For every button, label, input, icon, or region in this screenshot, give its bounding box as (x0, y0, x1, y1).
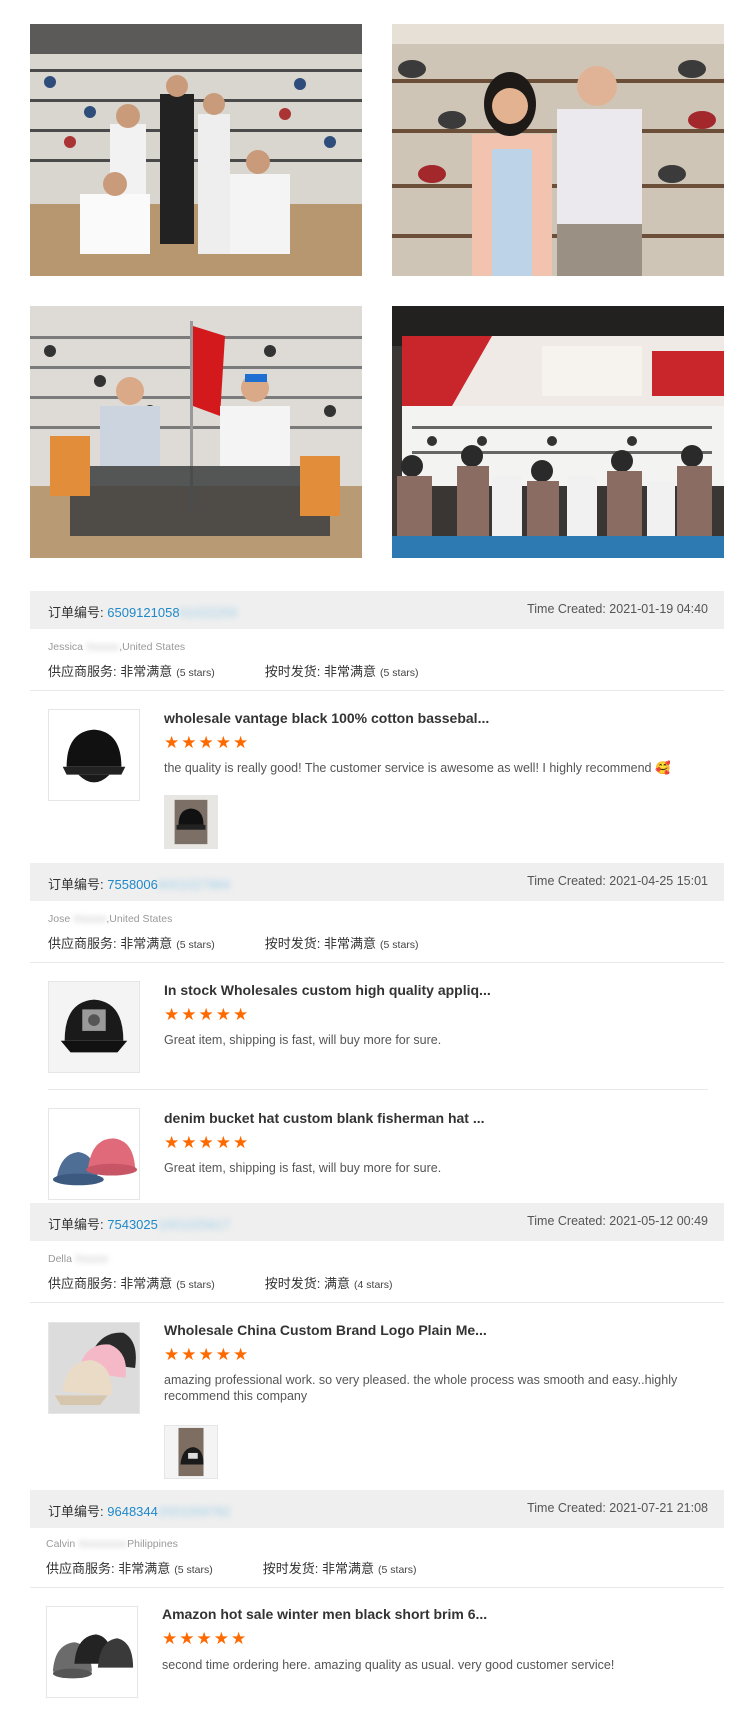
time-created: Time Created: 2021-01-19 04:40 (527, 602, 708, 616)
product-title[interactable]: denim bucket hat custom blank fisherman … (164, 1110, 485, 1126)
rating-row: 供应商服务: 非常满意 (5 stars) 按时发货: 非常满意 (5 stars) (48, 936, 419, 951)
rating-row: 供应商服务: 非常满意 (5 stars) 按时发货: 满意 (4 stars) (48, 1276, 393, 1291)
star-rating: ★★★★★ (164, 1345, 251, 1364)
review-text: amazing professional work. so very pleas… (164, 1373, 678, 1403)
divider (30, 690, 724, 691)
product-thumbnail[interactable] (48, 1322, 140, 1414)
product-title[interactable]: wholesale vantage black 100% cotton bass… (164, 710, 489, 726)
buyer-info: Calvin XxxxxxxxxPhilippines (46, 1538, 178, 1550)
review-photo[interactable] (164, 795, 218, 849)
review-photo[interactable] (164, 1425, 218, 1479)
time-created: Time Created: 2021-04-25 15:01 (527, 874, 708, 888)
divider (30, 1587, 724, 1588)
review-text: second time ordering here. amazing quali… (162, 1658, 615, 1672)
order-number[interactable]: 订单编号: 650912105801022255 (48, 602, 237, 621)
photo-visitors-showroom (392, 24, 724, 276)
photo-signing-meeting (30, 306, 362, 558)
divider (30, 962, 724, 963)
review-text: Great item, shipping is fast, will buy m… (164, 1033, 442, 1047)
buyer-info: Della Xxxxxx (48, 1253, 109, 1265)
divider (30, 1302, 724, 1303)
order-number[interactable]: 订单编号: 75580066001027984 (48, 874, 230, 893)
product-thumbnail[interactable] (48, 1108, 140, 1200)
star-rating: ★★★★★ (164, 1005, 251, 1024)
buyer-info: Jose Xxxxxx,United States (48, 913, 173, 925)
star-rating: ★★★★★ (164, 733, 251, 752)
order-header: 订单编号: 75580066001027984 Time Created: 20… (30, 863, 724, 901)
order-header: 订单编号: 96483442001059782 Time Created: 20… (30, 1490, 724, 1528)
buyer-info: Jessica Xxxxxx,United States (48, 641, 186, 653)
divider (48, 1089, 708, 1090)
time-created: Time Created: 2021-05-12 00:49 (527, 1214, 708, 1228)
photo-trade-exhibition (392, 306, 724, 558)
rating-row: 供应商服务: 非常满意 (5 stars) 按时发货: 非常满意 (5 stars) (46, 1561, 417, 1576)
product-thumbnail[interactable] (48, 709, 140, 801)
product-title[interactable]: In stock Wholesales custom high quality … (164, 982, 491, 998)
photo-team-group (30, 24, 362, 276)
order-header: 订单编号: 650912105801022255 Time Created: 2… (30, 591, 724, 629)
product-thumbnail[interactable] (48, 981, 140, 1073)
order-number[interactable]: 订单编号: 96483442001059782 (48, 1501, 230, 1520)
review-text: the quality is really good! The customer… (164, 761, 671, 775)
product-thumbnail[interactable] (46, 1606, 138, 1698)
product-title[interactable]: Wholesale China Custom Brand Logo Plain … (164, 1322, 487, 1338)
time-created: Time Created: 2021-07-21 21:08 (527, 1501, 708, 1515)
review-text: Great item, shipping is fast, will buy m… (164, 1161, 442, 1175)
product-title[interactable]: Amazon hot sale winter men black short b… (162, 1606, 487, 1622)
order-number[interactable]: 订单编号: 75430251001025617 (48, 1214, 230, 1233)
order-header: 订单编号: 75430251001025617 Time Created: 20… (30, 1203, 724, 1241)
star-rating: ★★★★★ (162, 1629, 249, 1648)
star-rating: ★★★★★ (164, 1133, 251, 1152)
rating-row: 供应商服务: 非常满意 (5 stars) 按时发货: 非常满意 (5 stars) (48, 664, 419, 679)
